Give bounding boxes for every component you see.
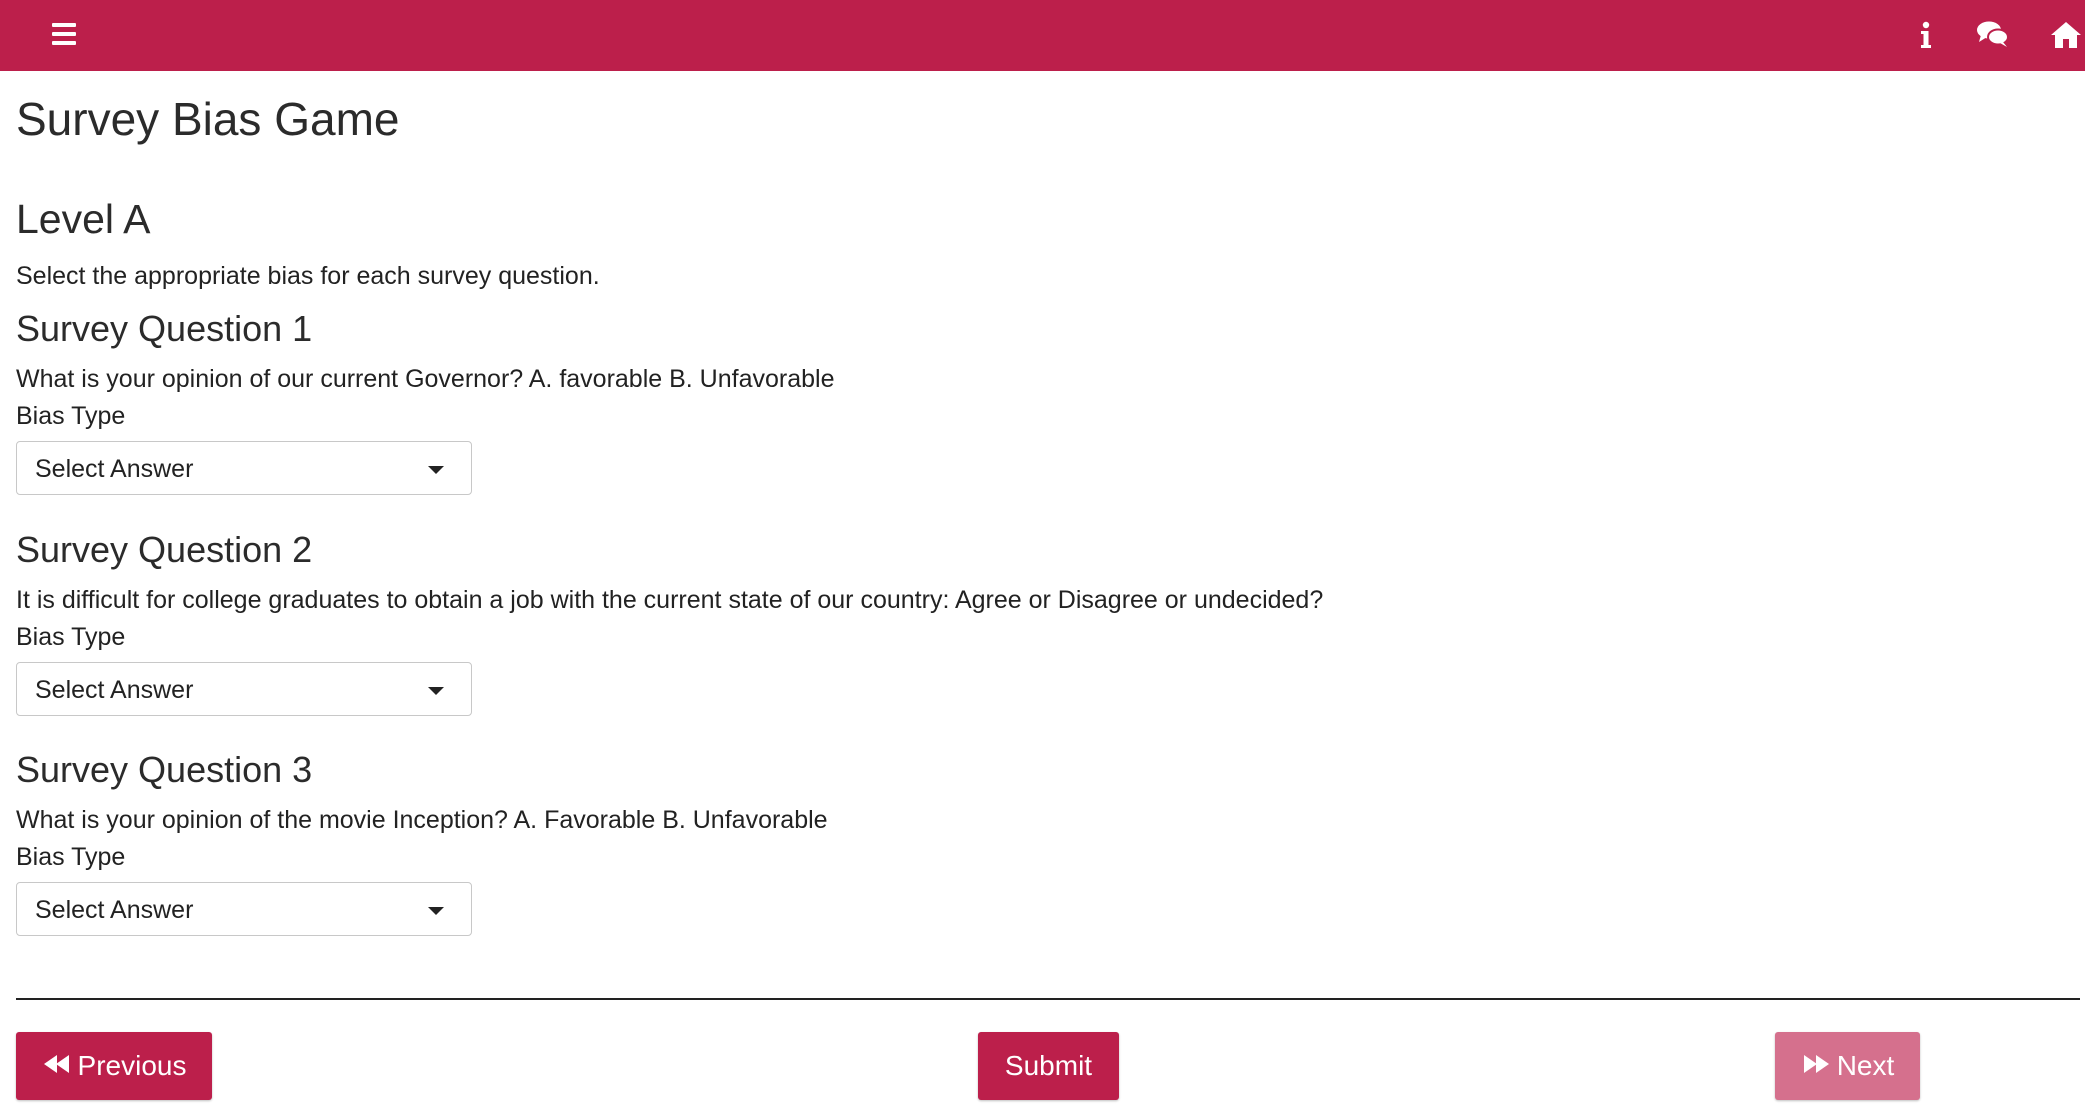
select-value: Select Answer — [35, 676, 194, 704]
page-title: Survey Bias Game — [16, 93, 400, 145]
chat-icon[interactable] — [1976, 18, 2010, 52]
previous-button[interactable]: Previous — [16, 1032, 212, 1100]
select-value: Select Answer — [35, 896, 194, 924]
question-text: What is your opinion of the movie Incept… — [16, 806, 828, 834]
fast-forward-icon — [1801, 1050, 1831, 1082]
submit-button[interactable]: Submit — [978, 1032, 1119, 1100]
bias-type-select[interactable]: Select Answer — [16, 882, 472, 936]
level-title: Level A — [16, 196, 151, 242]
bias-type-select[interactable]: Select Answer — [16, 662, 472, 716]
select-value: Select Answer — [35, 455, 194, 483]
top-navbar — [0, 0, 2085, 71]
question-text: It is difficult for college graduates to… — [16, 586, 1324, 614]
caret-down-icon — [428, 466, 444, 474]
next-button[interactable]: Next — [1775, 1032, 1920, 1100]
footer-divider — [16, 998, 2080, 1000]
previous-label: Previous — [77, 1050, 187, 1081]
info-icon[interactable] — [1916, 18, 1936, 52]
fast-backward-icon — [42, 1050, 72, 1082]
hamburger-menu-icon[interactable] — [52, 23, 76, 45]
bias-type-label: Bias Type — [16, 402, 126, 430]
question-text: What is your opinion of our current Gove… — [16, 365, 835, 393]
bias-type-select[interactable]: Select Answer — [16, 441, 472, 495]
question-heading: Survey Question 3 — [16, 749, 313, 790]
caret-down-icon — [428, 907, 444, 915]
next-label: Next — [1836, 1050, 1895, 1081]
submit-label: Submit — [1004, 1050, 1093, 1081]
question-heading: Survey Question 1 — [16, 308, 313, 349]
home-icon[interactable] — [2050, 18, 2082, 52]
bias-type-label: Bias Type — [16, 623, 126, 651]
caret-down-icon — [428, 687, 444, 695]
question-heading: Survey Question 2 — [16, 529, 313, 570]
instructions-text: Select the appropriate bias for each sur… — [16, 262, 600, 290]
bias-type-label: Bias Type — [16, 843, 126, 871]
